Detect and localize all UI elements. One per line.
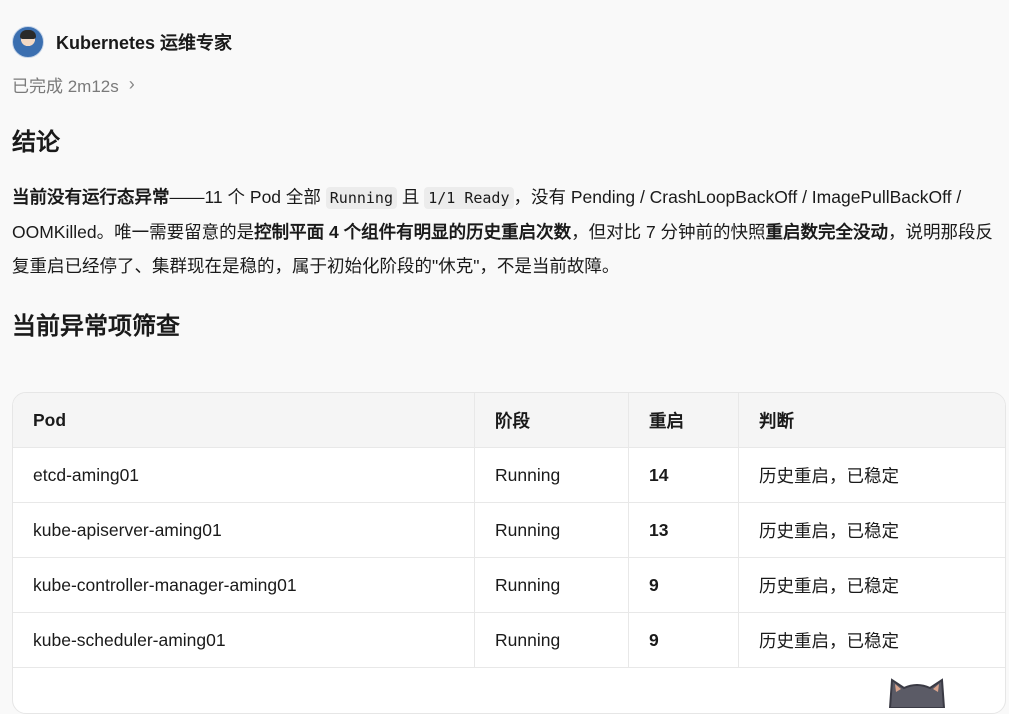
section-title-conclusion: 结论: [12, 129, 60, 156]
bold-text: 当前没有运行态异常: [12, 187, 170, 207]
cell-pod: kube-controller-manager-aming01: [13, 557, 475, 613]
chevron-right-icon: ›: [128, 74, 135, 94]
bold-text: 控制平面 4 个组件有明显的历史重启次数: [254, 222, 572, 242]
agent-header: Kubernetes 运维专家: [12, 26, 232, 58]
cell-restarts: 9: [628, 612, 739, 668]
cell-phase: Running: [474, 447, 629, 503]
cell-verdict: 历史重启，已稳定: [738, 447, 1005, 503]
table-row: kube-scheduler-aming01 Running 9 历史重启，已稳…: [13, 612, 1005, 668]
table-header-row: Pod 阶段 重启 判断: [13, 393, 1005, 448]
cell-restarts: 13: [628, 502, 739, 558]
cell-restarts: 9: [628, 557, 739, 613]
table-row: etcd-aming01 Running 14 历史重启，已稳定: [13, 447, 1005, 503]
paragraph-text: ，但对比 7 分钟前的快照: [571, 222, 766, 242]
status-toggle[interactable]: 已完成 2m12s ›: [12, 72, 135, 97]
cell-phase: Running: [474, 502, 629, 558]
cell-pod: kube-apiserver-aming01: [13, 502, 475, 558]
inline-code: Running: [325, 187, 397, 209]
column-header-restarts: 重启: [628, 393, 739, 448]
cell-phase: Running: [474, 557, 629, 613]
bold-text: 重启数完全没动: [765, 222, 889, 242]
cell-verdict: 历史重启，已稳定: [738, 612, 1005, 668]
cell-verdict: 历史重启，已稳定: [738, 502, 1005, 558]
inline-code: 1/1 Ready: [424, 187, 514, 209]
paragraph-text: ——11 个 Pod 全部: [169, 187, 326, 207]
table-row: kube-controller-manager-aming01 Running …: [13, 557, 1005, 613]
avatar: [12, 26, 44, 58]
column-header-verdict: 判断: [738, 393, 1005, 448]
cell-phase: Running: [474, 612, 629, 668]
conclusion-paragraph: 当前没有运行态异常——11 个 Pod 全部 Running 且 1/1 Rea…: [12, 180, 1007, 283]
cell-pod: kube-scheduler-aming01: [13, 612, 475, 668]
section-title-check: 当前异常项筛查: [12, 313, 180, 340]
column-header-pod: Pod: [13, 393, 475, 448]
paragraph-text: 且: [396, 187, 425, 207]
column-header-phase: 阶段: [474, 393, 629, 448]
table-row: kube-apiserver-aming01 Running 13 历史重启，已…: [13, 502, 1005, 558]
cell-verdict: 历史重启，已稳定: [738, 557, 1005, 613]
cell-pod: etcd-aming01: [13, 447, 475, 503]
cat-mascot-icon[interactable]: [882, 668, 952, 708]
cell-restarts: 14: [628, 447, 739, 503]
pod-table: Pod 阶段 重启 判断 etcd-aming01 Running 14 历史重…: [12, 392, 1006, 714]
status-text: 已完成 2m12s: [12, 77, 119, 96]
agent-name: Kubernetes 运维专家: [56, 33, 233, 53]
